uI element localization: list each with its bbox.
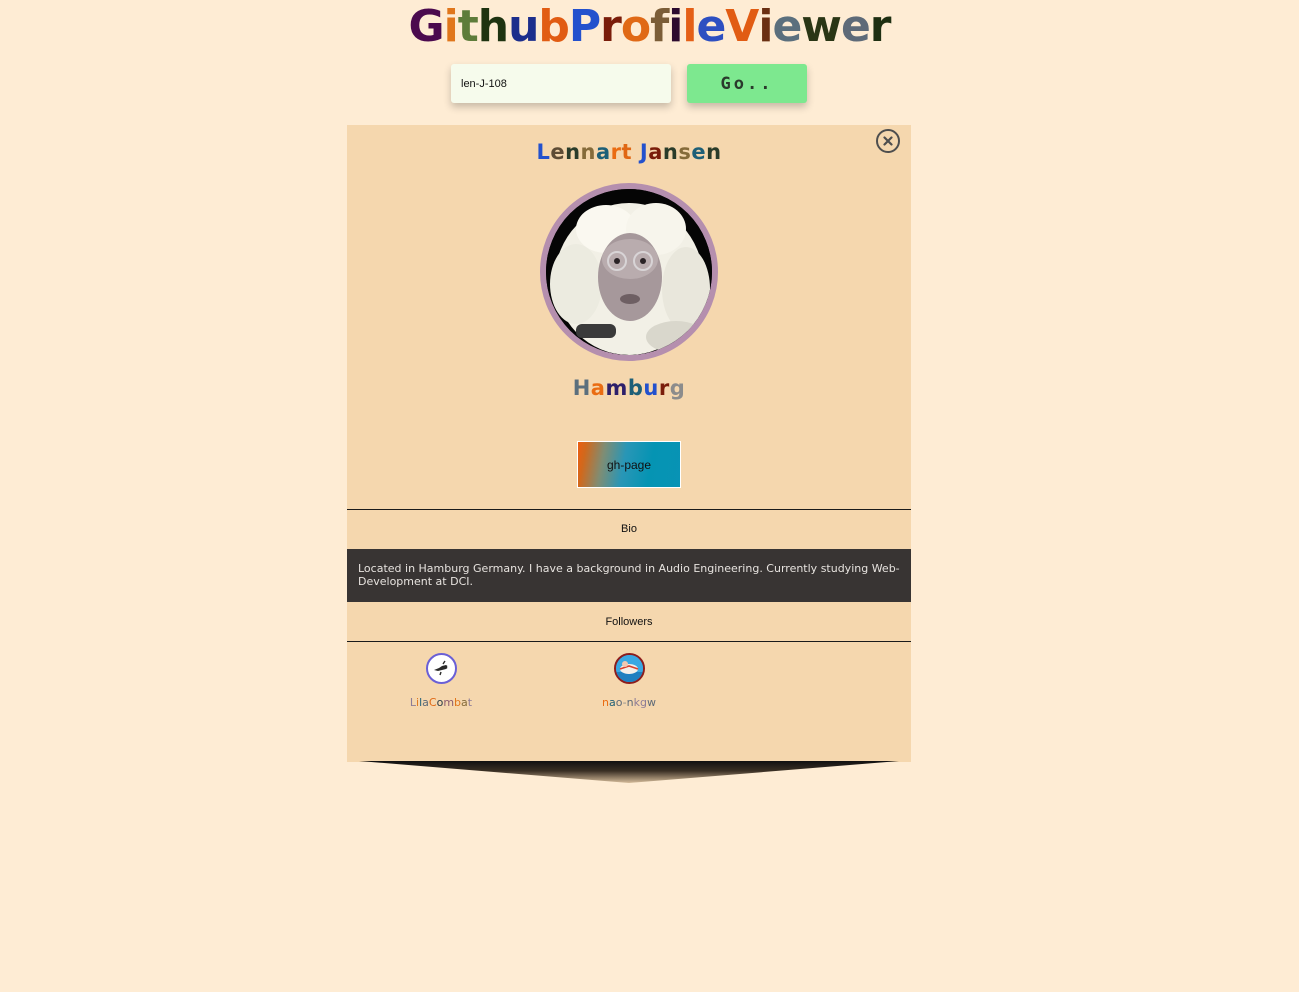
title-letter: e [840,1,871,52]
title-letter: i [668,1,683,52]
title-letter: w [801,1,842,52]
location-letter: g [669,376,686,400]
page: GithubProfileViewer Go.. Lennart Jansen [0,0,1299,992]
profile-location: Hamburg [347,376,911,400]
follower-login-letter: C [428,696,437,709]
follower-avatar [425,653,457,684]
title-letter: r [600,1,622,52]
name-letter: a [596,140,611,164]
name-letter: n [662,140,679,164]
title-letter: V [725,1,759,52]
title-letter: G [408,1,445,52]
divider [347,509,911,510]
follower-login-letter: m [443,696,455,709]
title-letter: u [508,1,539,52]
follower-login-letter: o [615,696,623,709]
name-letter: t [621,140,633,164]
bio-text: Located in Hamburg Germany. I have a bac… [347,549,911,602]
gh-page-button[interactable]: gh-page [577,441,681,488]
bio-heading: Bio [621,523,637,535]
title-letter: e [772,1,802,52]
follower-item[interactable]: nao-nkgw [569,653,689,709]
location-letter: b [627,376,644,400]
name-letter [632,140,640,164]
title-letter: f [650,1,669,52]
follower-login: nao-nkgw [569,696,689,709]
follower-login-letter: a [422,696,429,709]
location-letter: r [658,376,670,400]
name-letter: n [706,140,722,164]
title-letter: i [758,1,773,52]
name-letter: a [648,140,663,164]
name-letter: e [550,140,566,164]
profile-name: Lennart Jansen [347,140,911,164]
follower-login-letter: n [626,696,634,709]
follower-login-letter: n [602,696,609,709]
name-letter: n [565,140,581,164]
name-letter: n [580,140,596,164]
name-letter: r [610,140,622,164]
location-letter: u [643,376,659,400]
profile-avatar [540,183,718,361]
app-title: GithubProfileViewer [0,2,1299,52]
title-letter: b [538,1,569,52]
title-letter: P [568,1,601,52]
name-letter: e [691,140,707,164]
location-letter: a [590,376,606,400]
card-bottom-shadow [359,761,899,783]
title-letter: r [869,1,892,52]
go-button[interactable]: Go.. [687,64,807,103]
title-letter: e [696,1,726,52]
name-letter: J [639,140,649,164]
follower-login-letter: w [647,696,656,709]
follower-login: LilaCombat [381,696,501,709]
follower-login-letter: a [608,696,616,709]
location-letter: m [605,376,628,400]
title-letter: i [443,1,459,52]
name-letter: L [536,140,551,164]
follower-login-letter: g [640,696,647,709]
follower-login-letter: b [454,696,462,709]
title-letter: h [477,1,509,52]
title-letter: o [620,1,651,52]
name-letter: s [678,140,692,164]
divider [347,641,911,642]
location-letter: H [572,376,591,400]
follower-item[interactable]: LilaCombat [381,653,501,709]
follower-login-letter: a [461,696,468,709]
follower-login-letter: t [467,696,473,709]
follower-avatar [613,653,645,684]
followers-heading: Followers [605,616,653,628]
title-letter: t [457,1,479,52]
title-letter: l [682,1,697,52]
username-search-input[interactable] [451,64,671,103]
